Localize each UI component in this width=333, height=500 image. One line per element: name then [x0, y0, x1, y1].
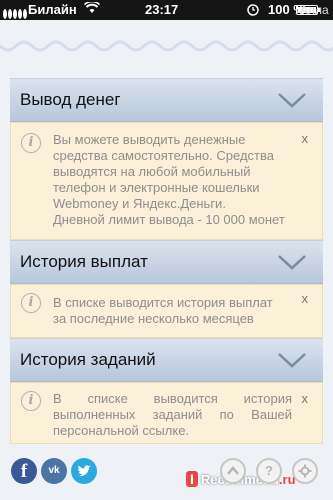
info-line: Дневной лимит вывода - 10 000 монет: [53, 212, 285, 227]
info-line: персональной ссылке.: [53, 423, 190, 438]
info-text: В списке выводится история выплат за пос…: [53, 295, 298, 327]
info-line: В списке выводится история: [53, 391, 292, 406]
section-header-payout-history[interactable]: История выплат: [10, 240, 323, 284]
status-bar: Билайн 23:17 100 % Алла: [0, 0, 333, 20]
help-icon[interactable]: ?: [256, 458, 282, 484]
section-title: Вывод денег: [20, 90, 121, 109]
facebook-icon[interactable]: f: [11, 458, 37, 484]
info-text: В списке выводится история выполненных з…: [53, 391, 292, 439]
chevron-down-icon[interactable]: [277, 252, 307, 272]
info-text: Вы можете выводить денежные средства сам…: [53, 132, 292, 228]
wifi-icon: [83, 0, 101, 17]
close-icon[interactable]: x: [302, 291, 309, 306]
info-line: В списке выводится история выплат: [53, 295, 273, 310]
info-box-withdraw: i Вы можете выводить денежные средства с…: [10, 122, 323, 240]
top-header-area: [0, 20, 333, 78]
section-header-task-history[interactable]: История заданий: [10, 338, 323, 382]
main-content: Вывод денег i Вы можете выводить денежны…: [10, 78, 323, 444]
watermark-badge: I: [186, 471, 198, 487]
section-header-withdraw[interactable]: Вывод денег: [10, 78, 323, 122]
info-line: выполненных заданий по Вашей: [53, 407, 292, 422]
info-box-payout-history: i В списке выводится история выплат за п…: [10, 284, 323, 338]
vk-icon[interactable]: vk: [41, 458, 67, 484]
chevron-down-icon[interactable]: [277, 90, 307, 110]
info-line: за последние несколько месяцев: [53, 311, 254, 326]
signal-icon: [3, 5, 28, 20]
alarm-icon: [246, 2, 260, 19]
twitter-icon[interactable]: [71, 458, 97, 484]
info-line: Webmoney и Яндекс.Деньги.: [53, 196, 226, 211]
carrier-name: Билайн: [28, 2, 77, 17]
overlay-label: Алла: [300, 3, 329, 17]
info-icon: i: [21, 391, 41, 411]
close-icon[interactable]: x: [302, 391, 309, 406]
chevron-down-icon[interactable]: [277, 350, 307, 370]
clock-time: 23:17: [145, 2, 179, 17]
info-box-task-history: i В списке выводится история выполненных…: [10, 382, 323, 444]
section-title: История заданий: [20, 350, 156, 369]
info-line: Вы можете выводить денежные: [53, 132, 246, 147]
bottom-bar: f vk I Recommend .ru ?: [0, 450, 333, 500]
wave-divider: [0, 40, 333, 52]
info-line: средства самостоятельно. Средства: [53, 148, 274, 163]
settings-icon[interactable]: [292, 458, 318, 484]
scroll-up-icon[interactable]: [220, 458, 246, 484]
info-icon: i: [21, 293, 41, 313]
info-line: выводятся на любой мобильный: [53, 164, 251, 179]
info-icon: i: [21, 133, 41, 153]
info-line: телефон и электронные кошельки: [53, 180, 260, 195]
section-title: История выплат: [20, 252, 148, 271]
close-icon[interactable]: x: [302, 131, 309, 146]
